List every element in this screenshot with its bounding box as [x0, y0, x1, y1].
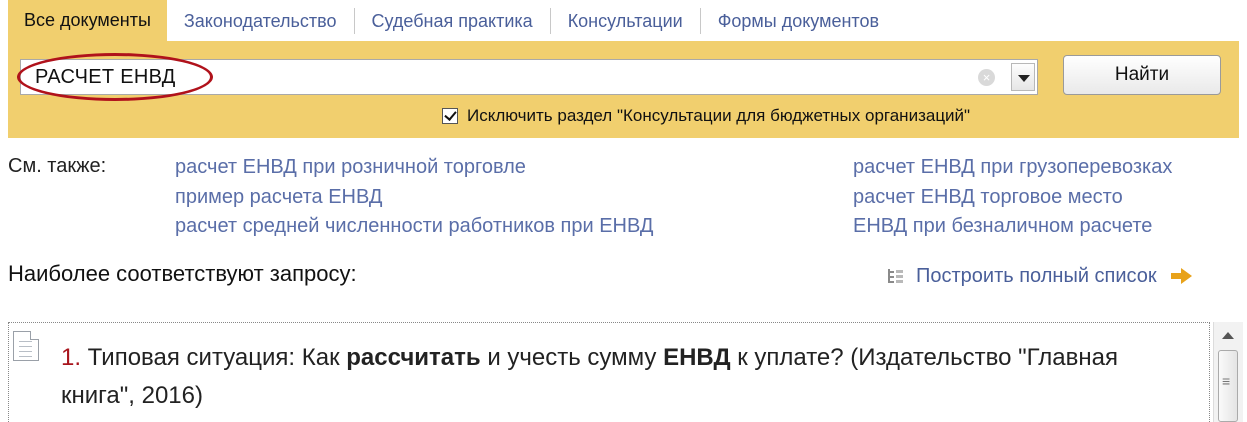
tab-legislation[interactable]: Законодательство: [167, 8, 355, 34]
search-query-text: РАСЧЕТ ЕНВД: [35, 66, 176, 88]
tab-document-forms[interactable]: Формы документов: [701, 8, 896, 34]
see-also-link[interactable]: расчет средней численности работников пр…: [175, 212, 653, 242]
result-title-part: Типовая ситуация: Как: [81, 344, 347, 371]
result-title-match: ЕНВД: [663, 344, 731, 371]
results-heading: Наиболее соответствуют запросу:: [8, 261, 357, 286]
search-panel: РАСЧЕТ ЕНВД × Найти Исключить раздел "Ко…: [8, 41, 1239, 138]
tab-consultations[interactable]: Консультации: [551, 8, 701, 34]
result-title-match: рассчитать: [346, 344, 481, 371]
result-number: 1.: [61, 344, 82, 371]
document-icon: [13, 331, 39, 361]
build-full-list-label: Построить полный список: [916, 264, 1157, 287]
results-list: 1. Типовая ситуация: Как рассчитать и уч…: [8, 322, 1210, 422]
see-also-link[interactable]: расчет ЕНВД при розничной торговле: [175, 153, 653, 183]
see-also-link[interactable]: пример расчета ЕНВД: [175, 183, 653, 213]
clear-search-icon[interactable]: ×: [978, 69, 995, 86]
build-full-list-link[interactable]: Построить полный список: [888, 263, 1193, 289]
tab-all-documents[interactable]: Все документы: [8, 0, 167, 41]
search-history-dropdown-button[interactable]: [1011, 63, 1035, 91]
see-also-link[interactable]: расчет ЕНВД торговое место: [853, 183, 1172, 213]
scroll-thumb[interactable]: [1218, 350, 1238, 422]
tab-court-practice[interactable]: Судебная практика: [355, 8, 551, 34]
search-input[interactable]: РАСЧЕТ ЕНВД ×: [17, 53, 1038, 101]
results-scrollbar[interactable]: [1213, 322, 1243, 422]
find-button[interactable]: Найти: [1063, 55, 1221, 95]
exclude-checkbox[interactable]: [442, 108, 458, 124]
arrow-right-icon: [1170, 268, 1193, 284]
tree-list-icon: [888, 269, 904, 283]
exclude-checkbox-label: Исключить раздел "Консультации для бюдже…: [467, 106, 971, 125]
see-also-label: См. также:: [8, 155, 107, 177]
see-also-link[interactable]: ЕНВД при безналичном расчете: [853, 212, 1172, 242]
document-type-tabs: Все документы Законодательство Судебная …: [8, 0, 896, 41]
result-item-link[interactable]: 1. Типовая ситуация: Как рассчитать и уч…: [61, 339, 1181, 415]
result-title-part: и учесть сумму: [480, 344, 664, 371]
exclude-budget-consultations-option[interactable]: Исключить раздел "Консультации для бюдже…: [442, 105, 970, 127]
see-also-link[interactable]: расчет ЕНВД при грузоперевозках: [853, 153, 1172, 183]
scroll-up-arrow-icon[interactable]: [1222, 332, 1234, 339]
see-also-column-2: расчет ЕНВД при грузоперевозках расчет Е…: [853, 153, 1172, 242]
see-also-column-1: расчет ЕНВД при розничной торговле приме…: [175, 153, 653, 242]
